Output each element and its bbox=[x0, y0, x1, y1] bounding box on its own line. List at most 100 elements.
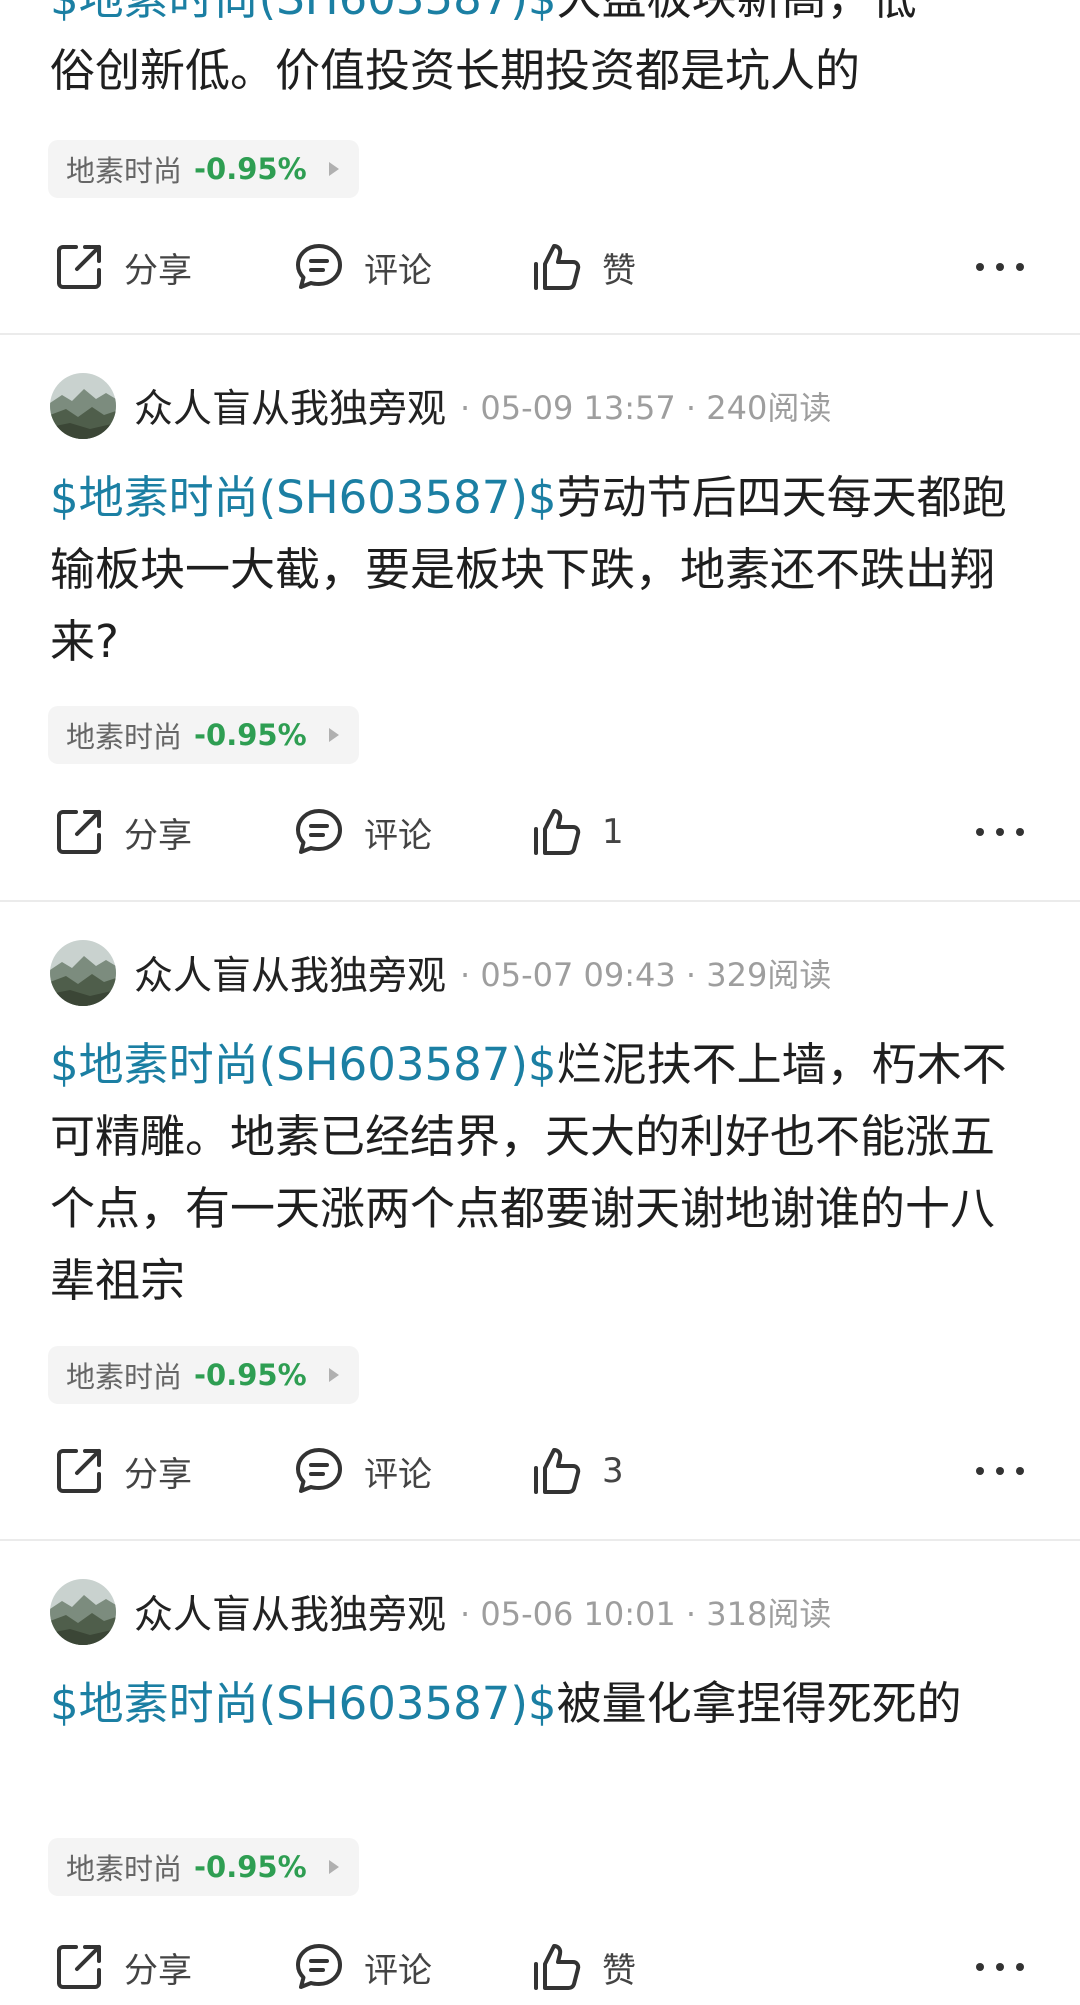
share-icon bbox=[52, 240, 106, 294]
chevron-right-icon bbox=[328, 728, 339, 742]
post-card: 众人盲从我独旁观 · 05-09 13:57 · 240阅读 $地素时尚(SH6… bbox=[0, 335, 1080, 902]
more-dots-icon bbox=[1016, 263, 1024, 271]
share-icon bbox=[52, 1444, 106, 1498]
thumbs-up-icon bbox=[530, 1444, 584, 1498]
post-card: 众人盲从我独旁观 · 05-07 09:43 · 329阅读 $地素时尚(SH6… bbox=[0, 902, 1080, 1541]
stock-chip[interactable]: 地素时尚 -0.95% bbox=[48, 140, 359, 198]
post-content[interactable]: $地素时尚(SH603587)$大盘板块新高，低 俗创新低。价值投资长期投资都是… bbox=[50, 0, 1030, 107]
avatar[interactable] bbox=[50, 373, 116, 439]
stock-chip[interactable]: 地素时尚 -0.95% bbox=[48, 1838, 359, 1896]
comment-label: 评论 bbox=[364, 1950, 432, 1991]
more-dots-icon bbox=[1016, 828, 1024, 836]
post-card: $地素时尚(SH603587)$大盘板块新高，低 俗创新低。价值投资长期投资都是… bbox=[0, 0, 1080, 335]
share-button[interactable]: 分享 bbox=[52, 236, 192, 298]
share-button[interactable]: 分享 bbox=[52, 801, 192, 863]
thumbs-up-icon bbox=[530, 240, 584, 294]
comment-label: 评论 bbox=[364, 1454, 432, 1495]
more-dots-icon bbox=[976, 828, 984, 836]
like-count: 3 bbox=[602, 1451, 624, 1491]
post-text: 被量化拿捏得死死的 bbox=[556, 1677, 962, 1730]
share-label: 分享 bbox=[124, 1454, 192, 1495]
post-header: 众人盲从我独旁观 · 05-09 13:57 · 240阅读 bbox=[50, 373, 831, 439]
stock-chip-change: -0.95% bbox=[194, 718, 307, 752]
more-button[interactable] bbox=[976, 1440, 1024, 1502]
stock-chip-change: -0.95% bbox=[194, 152, 307, 186]
stock-chip-name: 地素时尚 bbox=[66, 154, 183, 188]
like-button[interactable]: 3 bbox=[530, 1440, 624, 1502]
more-dots-icon bbox=[1016, 1467, 1024, 1475]
post-actions: 分享 评论 赞 bbox=[0, 1936, 1080, 1998]
chevron-right-icon bbox=[328, 162, 339, 176]
more-dots-icon bbox=[1016, 1963, 1024, 1971]
share-button[interactable]: 分享 bbox=[52, 1440, 192, 1502]
post-meta: · 05-09 13:57 · 240阅读 bbox=[460, 389, 832, 427]
post-text: 大盘板块新高，低 bbox=[557, 0, 917, 25]
more-dots-icon bbox=[976, 1467, 984, 1475]
post-actions: 分享 评论 3 bbox=[0, 1440, 1080, 1502]
stock-chip-change: -0.95% bbox=[194, 1850, 307, 1884]
avatar[interactable] bbox=[50, 1579, 116, 1645]
chevron-right-icon bbox=[328, 1860, 339, 1874]
post-content[interactable]: $地素时尚(SH603587)$烂泥扶不上墙，朽木不可精雕。地素已经结界，天大的… bbox=[50, 1029, 1030, 1317]
post-header: 众人盲从我独旁观 · 05-07 09:43 · 329阅读 bbox=[50, 940, 831, 1006]
like-label: 赞 bbox=[602, 1950, 636, 1991]
more-dots-icon bbox=[996, 263, 1004, 271]
share-button[interactable]: 分享 bbox=[52, 1936, 192, 1998]
stock-chip-name: 地素时尚 bbox=[66, 720, 183, 754]
comment-button[interactable]: 评论 bbox=[292, 1440, 432, 1502]
comment-icon bbox=[292, 240, 346, 294]
post-meta: · 05-07 09:43 · 329阅读 bbox=[460, 956, 832, 994]
author-name[interactable]: 众人盲从我独旁观 bbox=[134, 378, 446, 434]
thumbs-up-icon bbox=[530, 1940, 584, 1994]
comment-icon bbox=[292, 1444, 346, 1498]
more-dots-icon bbox=[976, 1963, 984, 1971]
post-header: 众人盲从我独旁观 · 05-06 10:01 · 318阅读 bbox=[50, 1579, 831, 1645]
stock-tag-link[interactable]: $地素时尚(SH603587)$ bbox=[50, 0, 557, 25]
stock-chip[interactable]: 地素时尚 -0.95% bbox=[48, 706, 359, 764]
chevron-right-icon bbox=[328, 1368, 339, 1382]
share-icon bbox=[52, 805, 106, 859]
comment-icon bbox=[292, 1940, 346, 1994]
comment-button[interactable]: 评论 bbox=[292, 801, 432, 863]
more-button[interactable] bbox=[976, 236, 1024, 298]
author-name[interactable]: 众人盲从我独旁观 bbox=[134, 1584, 446, 1640]
stock-chip-name: 地素时尚 bbox=[66, 1852, 183, 1886]
post-actions: 分享 评论 1 bbox=[0, 801, 1080, 863]
stock-tag-link[interactable]: $地素时尚(SH603587)$ bbox=[50, 1677, 557, 1730]
post-text: 俗创新低。价值投资长期投资都是坑人的 bbox=[50, 44, 861, 97]
stock-chip[interactable]: 地素时尚 -0.95% bbox=[48, 1346, 359, 1404]
post-card: 众人盲从我独旁观 · 05-06 10:01 · 318阅读 $地素时尚(SH6… bbox=[0, 1541, 1080, 2005]
like-button[interactable]: 赞 bbox=[530, 236, 636, 298]
like-button[interactable]: 1 bbox=[530, 801, 624, 863]
like-button[interactable]: 赞 bbox=[530, 1936, 636, 1998]
comment-button[interactable]: 评论 bbox=[292, 236, 432, 298]
like-label: 赞 bbox=[602, 250, 636, 291]
post-content[interactable]: $地素时尚(SH603587)$劳动节后四天每天都跑输板块一大截，要是板块下跌，… bbox=[50, 462, 1030, 678]
share-label: 分享 bbox=[124, 815, 192, 856]
more-dots-icon bbox=[996, 1467, 1004, 1475]
more-dots-icon bbox=[996, 828, 1004, 836]
comment-label: 评论 bbox=[364, 815, 432, 856]
share-label: 分享 bbox=[124, 1950, 192, 1991]
comment-icon bbox=[292, 805, 346, 859]
avatar[interactable] bbox=[50, 940, 116, 1006]
post-meta: · 05-06 10:01 · 318阅读 bbox=[460, 1595, 832, 1633]
more-dots-icon bbox=[996, 1963, 1004, 1971]
stock-tag-link[interactable]: $地素时尚(SH603587)$ bbox=[50, 1038, 557, 1091]
post-actions: 分享 评论 赞 bbox=[0, 236, 1080, 298]
comment-button[interactable]: 评论 bbox=[292, 1936, 432, 1998]
more-dots-icon bbox=[976, 263, 984, 271]
stock-chip-name: 地素时尚 bbox=[66, 1360, 183, 1394]
author-name[interactable]: 众人盲从我独旁观 bbox=[134, 945, 446, 1001]
post-content[interactable]: $地素时尚(SH603587)$被量化拿捏得死死的 bbox=[50, 1668, 1030, 1740]
stock-chip-change: -0.95% bbox=[194, 1358, 307, 1392]
more-button[interactable] bbox=[976, 801, 1024, 863]
thumbs-up-icon bbox=[530, 805, 584, 859]
comment-label: 评论 bbox=[364, 250, 432, 291]
share-icon bbox=[52, 1940, 106, 1994]
share-label: 分享 bbox=[124, 250, 192, 291]
post-feed: $地素时尚(SH603587)$大盘板块新高，低 俗创新低。价值投资长期投资都是… bbox=[0, 0, 1080, 2005]
stock-tag-link[interactable]: $地素时尚(SH603587)$ bbox=[50, 471, 557, 524]
like-count: 1 bbox=[602, 812, 624, 852]
more-button[interactable] bbox=[976, 1936, 1024, 1998]
